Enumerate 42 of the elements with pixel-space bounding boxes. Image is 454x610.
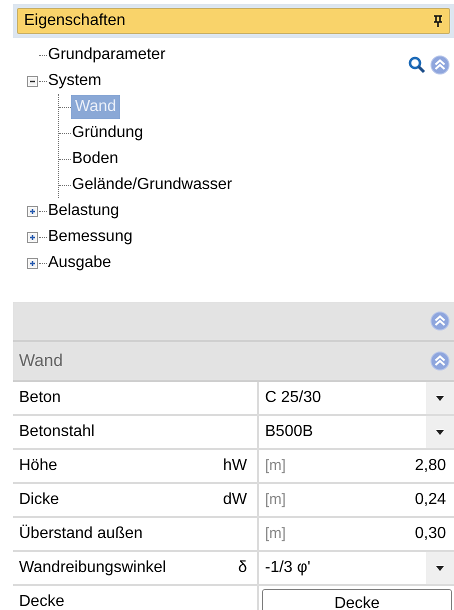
unit-label: [m] bbox=[265, 524, 286, 544]
caret-icon bbox=[436, 396, 444, 400]
property-label: Höhe bbox=[19, 456, 58, 476]
tree-item[interactable]: Grundparameter bbox=[47, 45, 166, 65]
property-label: Betonstahl bbox=[19, 422, 96, 442]
expander-icon[interactable] bbox=[26, 232, 38, 242]
unit-label: [m] bbox=[265, 490, 286, 510]
decke-button[interactable]: Decke bbox=[262, 589, 452, 610]
dropdown-field[interactable]: C 25/30 bbox=[259, 382, 454, 414]
property-label: Decke bbox=[19, 592, 66, 610]
dropdown-button[interactable] bbox=[426, 416, 454, 448]
expander-icon[interactable] bbox=[26, 206, 38, 216]
search-icon[interactable] bbox=[408, 56, 426, 74]
symbol-label: dW bbox=[223, 490, 247, 510]
caret-icon bbox=[436, 430, 444, 434]
tree-item[interactable]: System bbox=[47, 71, 102, 91]
panel-title: Eigenschaften bbox=[24, 11, 126, 31]
section-title: Wand bbox=[19, 350, 64, 372]
property-label: Überstand außen bbox=[19, 524, 144, 544]
pin-icon[interactable] bbox=[433, 14, 443, 28]
symbol-label: δ bbox=[238, 558, 247, 578]
dropdown-button[interactable] bbox=[426, 382, 454, 414]
tree-item[interactable]: Gründung bbox=[71, 121, 144, 145]
dropdown-field[interactable]: B500B bbox=[259, 416, 454, 448]
property-label: Beton bbox=[19, 388, 62, 408]
expander-icon[interactable] bbox=[26, 76, 38, 86]
tree-item[interactable]: Belastung bbox=[47, 201, 120, 221]
caret-icon bbox=[436, 566, 444, 570]
tree-item[interactable]: Gelände/Grundwasser bbox=[71, 173, 234, 197]
number-field[interactable]: [m] 2,80 bbox=[259, 450, 454, 482]
property-label: Wandreibungswinkel bbox=[19, 558, 168, 578]
symbol-label: hW bbox=[223, 456, 247, 476]
expander-icon[interactable] bbox=[26, 258, 38, 268]
number-field[interactable]: [m] 0,24 bbox=[259, 484, 454, 516]
property-label: Dicke bbox=[19, 490, 60, 510]
tree-item[interactable]: Boden bbox=[71, 147, 120, 171]
number-field[interactable]: [m] 0,30 bbox=[259, 518, 454, 550]
unit-label: [m] bbox=[265, 456, 286, 476]
dropdown-field[interactable]: -1/3 φ' bbox=[259, 552, 454, 584]
tree-item[interactable]: Bemessung bbox=[47, 227, 134, 247]
tree-item[interactable]: Ausgabe bbox=[47, 253, 112, 273]
dropdown-button[interactable] bbox=[426, 552, 454, 584]
